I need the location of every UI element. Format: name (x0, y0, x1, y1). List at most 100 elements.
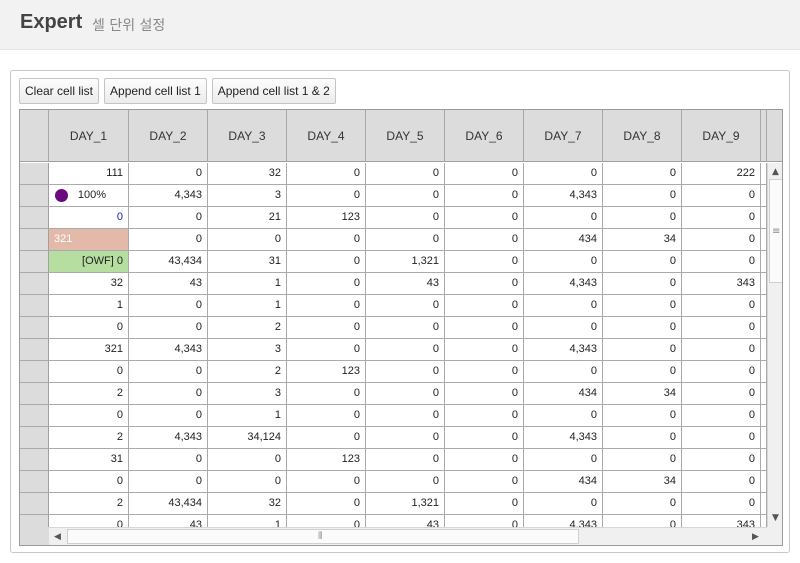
append-cell-list-1-2-button[interactable]: Append cell list 1 & 2 (211, 78, 336, 104)
row-header[interactable] (20, 471, 49, 493)
grid-cell[interactable]: 0 (524, 251, 603, 273)
grid-cell[interactable]: 0 (366, 405, 445, 427)
grid-cell[interactable]: 321 (49, 229, 129, 251)
grid-cell[interactable]: 0 (445, 493, 524, 515)
grid-cell[interactable]: 1 (49, 295, 129, 317)
grid-cell[interactable]: 0 (208, 449, 287, 471)
grid-cell[interactable]: 0 (445, 339, 524, 361)
grid-cell[interactable]: 0 (682, 493, 761, 515)
grid-cell[interactable]: 0 (129, 229, 208, 251)
row-header[interactable] (20, 163, 49, 185)
grid-cell[interactable]: 0 (208, 229, 287, 251)
grid-cell[interactable]: 0 (129, 383, 208, 405)
grid-cell[interactable]: 0 (524, 361, 603, 383)
grid-cell[interactable]: 0 (603, 251, 682, 273)
row-header[interactable] (20, 229, 49, 251)
grid-cell[interactable]: 0 (603, 405, 682, 427)
row-header[interactable] (20, 361, 49, 383)
grid-cell[interactable]: 4,343 (524, 273, 603, 295)
row-header[interactable] (20, 207, 49, 229)
row-header[interactable] (20, 251, 49, 273)
grid-cell[interactable]: 0 (524, 207, 603, 229)
grid-cell[interactable]: 0 (287, 295, 366, 317)
grid-cell[interactable]: 0 (366, 427, 445, 449)
grid-cell[interactable]: 123 (287, 207, 366, 229)
grid-cell[interactable]: 100% (49, 185, 129, 207)
grid-cell[interactable]: 3 (208, 339, 287, 361)
grid-cell[interactable]: 31 (49, 449, 129, 471)
grid-cell[interactable]: 0 (524, 405, 603, 427)
vertical-scrollbar[interactable]: ▲ ≡ ▼ (767, 163, 782, 527)
grid-cell[interactable]: 0 (445, 427, 524, 449)
grid-cell[interactable]: 3 (208, 185, 287, 207)
grid-cell[interactable]: 2 (208, 361, 287, 383)
grid-cell[interactable]: 0 (445, 207, 524, 229)
grid-cell[interactable]: 0 (524, 295, 603, 317)
grid-cell[interactable]: 0 (603, 449, 682, 471)
grid-cell[interactable]: 43 (366, 273, 445, 295)
grid-cell[interactable]: 4,343 (129, 339, 208, 361)
grid-cell[interactable]: 1 (208, 515, 287, 527)
grid-cell[interactable]: 0 (445, 383, 524, 405)
grid-cell[interactable]: 434 (524, 471, 603, 493)
column-header-day-6[interactable]: DAY_6 (445, 110, 524, 162)
grid-cell[interactable]: 0 (445, 273, 524, 295)
grid-cell[interactable]: 0 (682, 449, 761, 471)
grid-cell[interactable]: 32 (49, 273, 129, 295)
grid-cell[interactable]: 2 (49, 427, 129, 449)
grid-cell[interactable]: 0 (603, 295, 682, 317)
grid-cell[interactable]: 0 (682, 185, 761, 207)
grid-cell[interactable]: 0 (287, 471, 366, 493)
column-header-day-1[interactable]: DAY_1 (49, 110, 129, 162)
grid-cell[interactable]: 4,343 (524, 427, 603, 449)
grid-cell[interactable]: 0 (287, 163, 366, 185)
grid-cell[interactable]: 123 (287, 449, 366, 471)
grid-cell[interactable]: 0 (287, 317, 366, 339)
grid-cell[interactable]: 0 (287, 251, 366, 273)
grid-cell[interactable]: 0 (682, 471, 761, 493)
grid-cell[interactable]: 0 (445, 515, 524, 527)
column-header-day-8[interactable]: DAY_8 (603, 110, 682, 162)
grid-cell[interactable]: 0 (603, 339, 682, 361)
grid-cell[interactable]: 0 (287, 185, 366, 207)
grid-cell[interactable]: 4,343 (524, 185, 603, 207)
grid-cell[interactable]: 0 (445, 251, 524, 273)
grid-cell[interactable]: 0 (682, 383, 761, 405)
grid-cell[interactable]: 0 (603, 493, 682, 515)
grid-cell[interactable]: 123 (287, 361, 366, 383)
grid-cell[interactable]: 43,434 (129, 251, 208, 273)
grid-cell[interactable]: 0 (445, 229, 524, 251)
grid-cell[interactable]: 0 (49, 207, 129, 229)
grid-cell[interactable]: 343 (682, 273, 761, 295)
grid-cell[interactable]: 43 (129, 515, 208, 527)
grid-cell[interactable]: 0 (129, 317, 208, 339)
grid-cell[interactable]: 0 (366, 383, 445, 405)
grid-cell[interactable]: 343 (682, 515, 761, 527)
grid-cell[interactable]: 43 (129, 273, 208, 295)
grid-cell[interactable]: 0 (682, 405, 761, 427)
append-cell-list-1-button[interactable]: Append cell list 1 (104, 78, 207, 104)
grid-cell[interactable]: 31 (208, 251, 287, 273)
grid-cell[interactable]: 434 (524, 229, 603, 251)
clear-cell-list-button[interactable]: Clear cell list (19, 78, 100, 104)
grid-cell[interactable]: 0 (287, 273, 366, 295)
grid-cell[interactable]: 0 (366, 471, 445, 493)
grid-cell[interactable]: [OWF] 0 (49, 251, 129, 273)
grid-cell[interactable]: 0 (366, 185, 445, 207)
column-header-day-5[interactable]: DAY_5 (366, 110, 445, 162)
grid-cell[interactable]: 1,321 (366, 493, 445, 515)
grid-cell[interactable]: 0 (603, 427, 682, 449)
grid-cell[interactable]: 4,343 (129, 427, 208, 449)
row-header[interactable] (20, 515, 49, 527)
grid-cell[interactable]: 0 (682, 229, 761, 251)
row-header[interactable] (20, 185, 49, 207)
grid-cell[interactable]: 0 (603, 185, 682, 207)
grid-cell[interactable]: 34 (603, 383, 682, 405)
grid-cell[interactable]: 0 (208, 471, 287, 493)
grid-cell[interactable]: 0 (366, 163, 445, 185)
row-header[interactable] (20, 273, 49, 295)
grid-cell[interactable]: 2 (49, 383, 129, 405)
grid-cell[interactable]: 0 (445, 405, 524, 427)
grid-cell[interactable]: 0 (445, 449, 524, 471)
grid-cell[interactable]: 0 (603, 207, 682, 229)
